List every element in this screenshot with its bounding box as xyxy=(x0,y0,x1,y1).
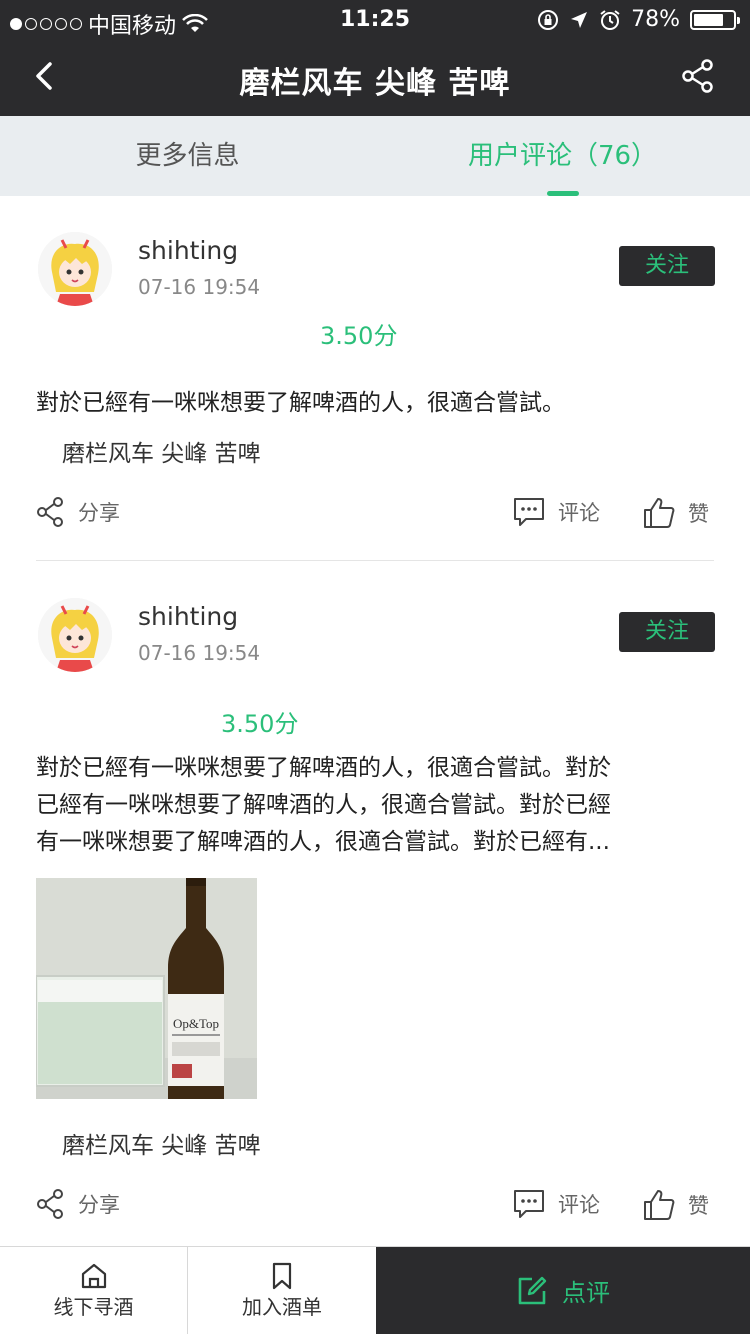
comment-label: 评论 xyxy=(558,1193,600,1217)
like-button[interactable]: 赞 xyxy=(642,496,709,530)
bottom-action-bar: 线下寻酒 加入酒单 点评 xyxy=(0,1246,750,1334)
write-review-label: 点评 xyxy=(562,1279,610,1307)
page-title: 磨栏风车 尖峰 苦啤 xyxy=(239,66,511,101)
location-arrow-icon xyxy=(571,11,588,28)
status-bar: 中国移动 11:25 78% xyxy=(0,0,750,40)
username[interactable]: shihting xyxy=(138,236,238,265)
follow-button[interactable]: 关注 xyxy=(619,246,715,286)
review-text-line: 有一咪咪想要了解啤酒的人，很適合嘗試。對於已經有... xyxy=(36,829,610,855)
review-score: 3.50分 xyxy=(221,710,299,738)
like-button[interactable]: 赞 xyxy=(642,1188,709,1222)
thumbs-up-icon xyxy=(644,1190,675,1220)
review-card: shihting 07-16 19:54 关注 3.50分 對於已經有一咪咪想要… xyxy=(0,196,750,560)
tab-label: 用户评论（76） xyxy=(467,141,658,171)
tab-label: 更多信息 xyxy=(135,141,240,171)
beer-photo-image: Op&Top xyxy=(36,878,257,1099)
share-button[interactable]: 分享 xyxy=(36,496,120,528)
review-text: 對於已經有一咪咪想要了解啤酒的人，很適合嘗試。 xyxy=(36,390,565,416)
review-divider xyxy=(36,560,714,561)
orientation-lock-icon xyxy=(538,9,559,30)
review-photo[interactable]: Op&Top xyxy=(36,878,257,1099)
username[interactable]: shihting xyxy=(138,602,238,631)
nav-bar: 磨栏风车 尖峰 苦啤 xyxy=(0,40,750,116)
review-score: 3.50分 xyxy=(320,322,398,350)
cartoon-avatar-icon xyxy=(38,598,112,672)
review-card: shihting 07-16 19:54 关注 3.50分 對於已經有一咪咪想要… xyxy=(0,562,750,1246)
comment-icon xyxy=(514,498,544,526)
edit-icon xyxy=(518,1276,547,1304)
cartoon-avatar-icon xyxy=(38,232,112,306)
alarm-icon xyxy=(600,9,620,30)
comment-icon xyxy=(514,1190,544,1218)
tab-user-reviews[interactable]: 用户评论（76） xyxy=(375,116,750,196)
share-icon xyxy=(37,1189,63,1219)
like-label: 赞 xyxy=(688,502,709,526)
beer-tag[interactable]: 磨栏风车 尖峰 苦啤 xyxy=(62,434,261,468)
comment-button[interactable]: 评论 xyxy=(512,496,600,528)
review-text-line: 對於已經有一咪咪想要了解啤酒的人，很適合嘗試。對於 xyxy=(36,755,611,781)
avatar[interactable] xyxy=(38,232,112,306)
write-review-button[interactable]: 点评 xyxy=(376,1247,750,1334)
like-label: 赞 xyxy=(688,1194,709,1218)
comment-button[interactable]: 评论 xyxy=(512,1188,600,1220)
battery-icon xyxy=(690,9,740,30)
review-text: 對於已經有一咪咪想要了解啤酒的人，很適合嘗試。對於 已經有一咪咪想要了解啤酒的人… xyxy=(36,750,714,861)
beer-tag[interactable]: 磨栏风车 尖峰 苦啤 xyxy=(62,1126,261,1160)
battery-percent: 78% xyxy=(631,7,680,32)
comment-label: 评论 xyxy=(558,501,600,525)
avatar[interactable] xyxy=(38,598,112,672)
share-icon[interactable] xyxy=(678,56,718,96)
review-text-line: 已經有一咪咪想要了解啤酒的人，很適合嘗試。對於已經 xyxy=(36,792,611,818)
follow-button[interactable]: 关注 xyxy=(619,612,715,652)
share-icon xyxy=(37,497,63,527)
review-date: 07-16 19:54 xyxy=(138,275,261,299)
add-to-list-button[interactable]: 加入酒单 xyxy=(188,1247,376,1334)
share-button[interactable]: 分享 xyxy=(36,1188,120,1220)
find-offline-label: 线下寻酒 xyxy=(53,1295,134,1319)
bottle-label-text: Op&Top xyxy=(173,1016,219,1031)
review-date: 07-16 19:54 xyxy=(138,641,261,665)
share-label: 分享 xyxy=(78,1193,120,1217)
status-right: 78% xyxy=(537,7,740,32)
share-label: 分享 xyxy=(78,501,120,525)
home-icon xyxy=(81,1263,106,1289)
find-offline-button[interactable]: 线下寻酒 xyxy=(0,1247,188,1334)
tab-bar: 更多信息 用户评论（76） xyxy=(0,116,750,196)
add-to-list-label: 加入酒单 xyxy=(242,1295,322,1319)
thumbs-up-icon xyxy=(644,498,675,528)
tab-more-info[interactable]: 更多信息 xyxy=(0,116,375,196)
bookmark-icon xyxy=(272,1262,292,1290)
